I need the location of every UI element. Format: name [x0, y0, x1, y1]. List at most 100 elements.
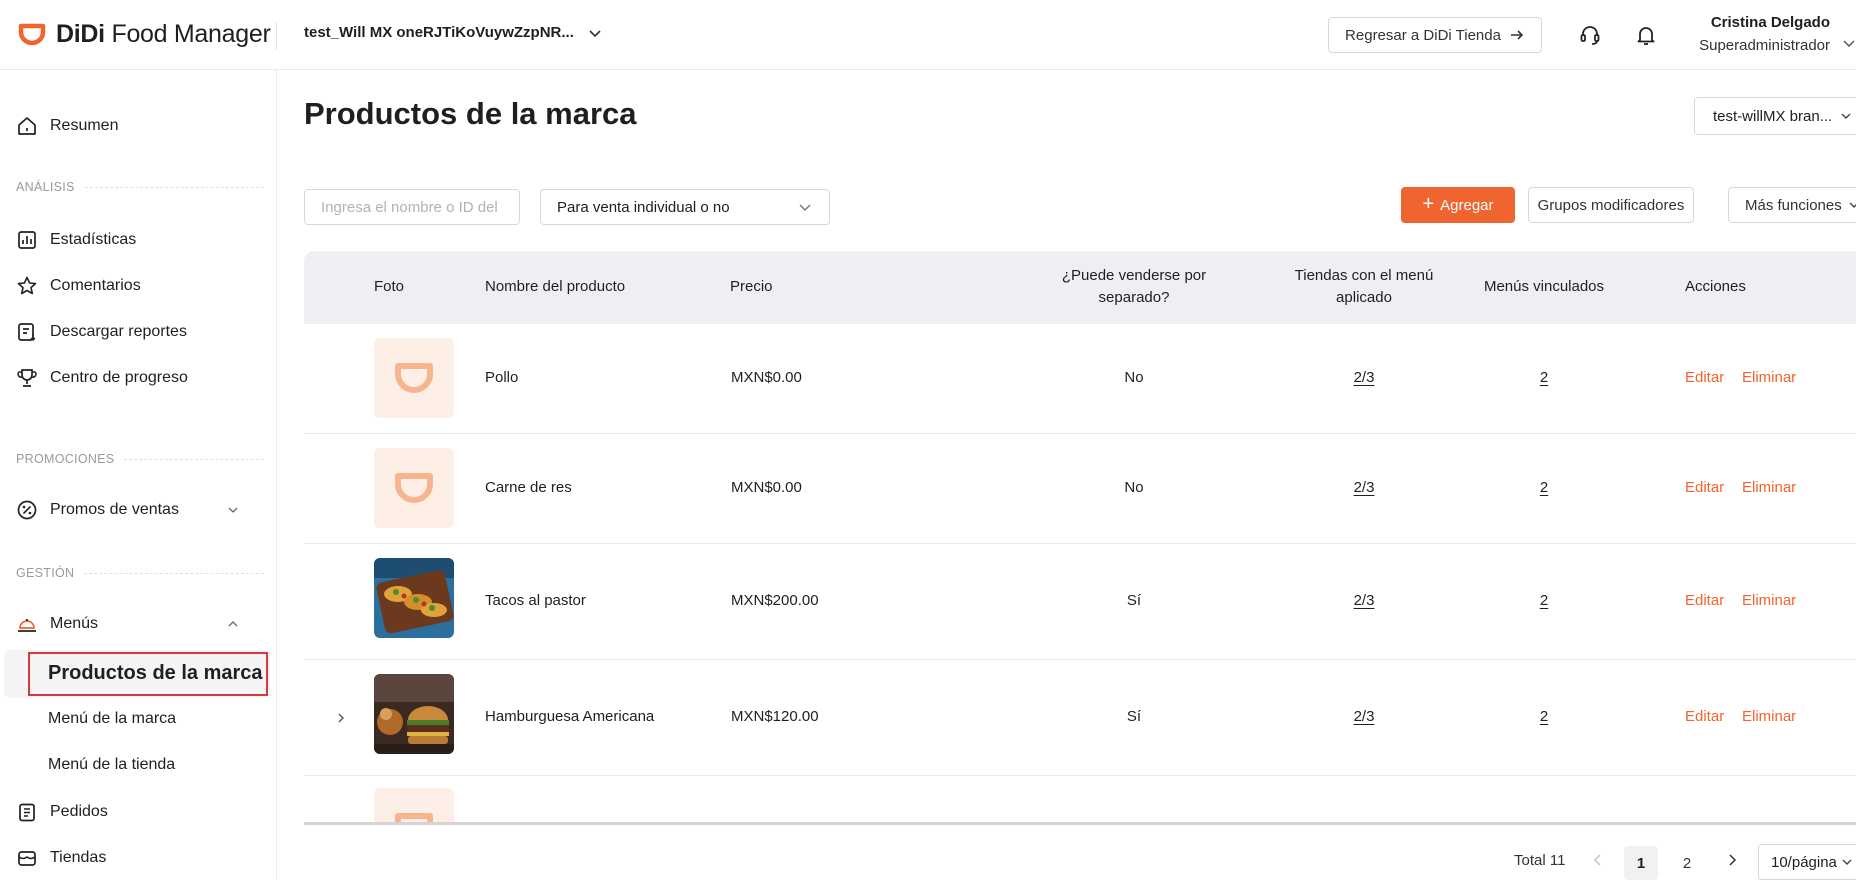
product-search-input[interactable] [304, 189, 520, 225]
app-logo[interactable]: DiDi Food Manager [16, 18, 271, 50]
didi-logo-icon [395, 473, 433, 503]
sidebar-item-label: Menús [50, 615, 99, 632]
table-header: Foto Nombre del producto Precio ¿Puede v… [304, 251, 1856, 324]
sidebar-item-descargar-reportes[interactable]: Descargar reportes [16, 320, 187, 344]
user-profile[interactable]: Cristina Delgado Superadministrador [1696, 14, 1830, 54]
delete-button[interactable]: Eliminar [1742, 369, 1796, 386]
sidebar-item-label: Estadísticas [50, 231, 137, 248]
discount-icon [17, 500, 37, 520]
edit-button[interactable]: Editar [1685, 369, 1724, 386]
sell-separately-value: No [1124, 479, 1144, 496]
sidebar-item-centro-progreso[interactable]: Centro de progreso [16, 366, 188, 390]
chevron-up-icon[interactable] [226, 617, 240, 631]
top-header: DiDi Food Manager test_Will MX oneRJTiKo… [0, 0, 1856, 70]
report-download-icon [18, 323, 36, 342]
headset-support-icon[interactable] [1578, 23, 1602, 47]
header-divider [276, 22, 277, 50]
linked-menus-link[interactable]: 2 [1444, 479, 1644, 496]
chevron-left-icon[interactable] [1590, 852, 1606, 868]
table-row[interactable]: Hamburguesa Americana MXN$120.00 Sí 2/3 … [304, 660, 1856, 776]
sidebar-item-pedidos[interactable]: Pedidos [16, 800, 108, 824]
table-row[interactable]: Tacos al pastor MXN$200.00 Sí 2/3 2 Edit… [304, 544, 1856, 660]
chevron-down-icon[interactable] [226, 503, 240, 517]
horizontal-scrollbar[interactable] [304, 822, 1856, 825]
filter-value: Para venta individual o no [557, 198, 730, 216]
linked-menus-link[interactable]: 2 [1444, 369, 1644, 386]
product-photo [374, 674, 454, 754]
sidebar-item-label: Tiendas [50, 849, 107, 866]
notification-bell-icon[interactable] [1634, 23, 1658, 47]
sidebar-item-estadisticas[interactable]: Estadísticas [16, 228, 136, 252]
sidebar-item-tiendas[interactable]: Tiendas [16, 846, 106, 870]
column-header-menus: Menús vinculados [1483, 278, 1605, 295]
app-logo-text: DiDi Food Manager [56, 19, 271, 48]
column-header-foto: Foto [374, 278, 405, 295]
delete-button[interactable]: Eliminar [1742, 592, 1796, 609]
edit-button[interactable]: Editar [1685, 708, 1724, 725]
column-header-nombre: Nombre del producto [485, 278, 626, 295]
sidebar-item-label: Descargar reportes [50, 323, 187, 340]
linked-menus-link[interactable]: 2 [1444, 708, 1644, 725]
sidebar-item-label: Promos de ventas [50, 501, 179, 518]
arrow-right-icon [1510, 30, 1524, 40]
chevron-down-icon [1841, 113, 1851, 119]
product-photo [374, 558, 454, 638]
page-title: Productos de la marca [304, 96, 637, 131]
column-header-acciones: Acciones [1685, 278, 1746, 295]
chevron-down-icon[interactable] [1842, 36, 1856, 50]
sidebar-item-label: Resumen [50, 117, 119, 134]
product-price: MXN$0.00 [731, 369, 802, 386]
chevron-down-icon [799, 204, 811, 211]
plus-icon: + [1422, 193, 1435, 215]
delete-button[interactable]: Eliminar [1742, 479, 1796, 496]
linked-menus-link[interactable]: 2 [1444, 592, 1644, 609]
section-label-analisis: ANÁLISIS [16, 180, 264, 194]
modifier-groups-label: Grupos modificadores [1537, 196, 1685, 214]
more-functions-label: Más funciones [1745, 196, 1842, 214]
product-photo-placeholder [374, 448, 454, 528]
edit-button[interactable]: Editar [1685, 592, 1724, 609]
sell-separately-value: Sí [1126, 592, 1142, 609]
sidebar-item-label: Pedidos [50, 803, 108, 820]
table-row[interactable]: Carne de res MXN$0.00 No 2/3 2 Editar El… [304, 434, 1856, 544]
pagination-page-2[interactable]: 2 [1670, 846, 1704, 880]
chevron-right-icon[interactable] [334, 711, 348, 725]
sidebar-item-menu-marca[interactable]: Menú de la marca [48, 710, 176, 728]
back-to-store-button[interactable]: Regresar a DiDi Tienda [1328, 17, 1542, 53]
table-row[interactable]: Pollo MXN$0.00 No 2/3 2 Editar Eliminar [304, 324, 1856, 434]
individual-sale-filter[interactable]: Para venta individual o no [540, 189, 830, 225]
chevron-down-icon [1849, 202, 1856, 208]
add-product-button[interactable]: + Agregar [1401, 187, 1515, 223]
product-photo-placeholder [374, 788, 454, 822]
column-header-precio: Precio [730, 278, 773, 295]
product-price: MXN$120.00 [731, 708, 819, 725]
store-icon [18, 851, 36, 866]
sidebar-item-label: Productos de la marca [48, 662, 263, 684]
sidebar-item-promos-ventas[interactable]: Promos de ventas [16, 498, 179, 522]
user-role: Superadministrador [1699, 37, 1830, 54]
more-functions-button[interactable]: Más funciones [1728, 187, 1856, 223]
chevron-right-icon[interactable] [1724, 852, 1740, 868]
sell-separately-value: No [1124, 369, 1144, 386]
section-label-gestion: GESTIÓN [16, 566, 264, 580]
sidebar-item-menu-tienda[interactable]: Menú de la tienda [48, 756, 175, 774]
sidebar-item-label: Centro de progreso [50, 369, 188, 386]
sidebar: Resumen ANÁLISIS Estadísticas Comentario… [0, 70, 277, 880]
delete-button[interactable]: Eliminar [1742, 708, 1796, 725]
sidebar-item-comentarios[interactable]: Comentarios [16, 274, 141, 298]
pagination-page-1[interactable]: 1 [1624, 846, 1658, 880]
trophy-icon [17, 369, 37, 387]
store-selector[interactable]: test_Will MX oneRJTiKoVuywZzpNR... [304, 24, 602, 41]
sell-separately-value: Sí [1126, 708, 1142, 725]
sidebar-item-menus[interactable]: Menús [16, 612, 98, 636]
section-label-promociones: PROMOCIONES [16, 452, 264, 466]
page-size-selector[interactable]: 10/página [1758, 844, 1856, 880]
chart-icon [18, 231, 36, 249]
table-row[interactable] [304, 776, 1856, 822]
page-size-value: 10/página [1771, 853, 1837, 871]
product-price: MXN$200.00 [731, 592, 819, 609]
brand-selector[interactable]: test-willMX bran... [1694, 97, 1856, 135]
edit-button[interactable]: Editar [1685, 479, 1724, 496]
sidebar-item-resumen[interactable]: Resumen [16, 114, 118, 138]
modifier-groups-button[interactable]: Grupos modificadores [1528, 187, 1694, 223]
